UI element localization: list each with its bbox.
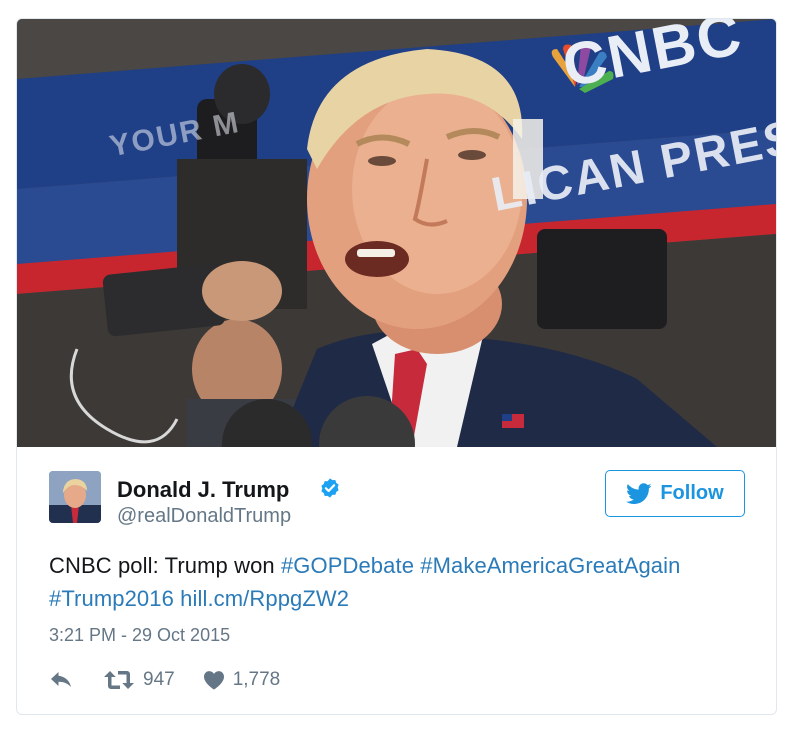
like-count: 1,778: [232, 669, 281, 690]
reply-icon: [51, 672, 71, 687]
follow-button[interactable]: Follow: [605, 470, 745, 517]
tweet-actions: 947 1,778: [49, 665, 280, 695]
author-avatar[interactable]: [49, 471, 101, 523]
tweet-text: CNBC poll: Trump won #GOPDebate #MakeAme…: [49, 549, 759, 615]
follow-button-label: Follow: [660, 482, 724, 504]
author-name[interactable]: Donald J. Trump: [117, 477, 289, 503]
author-handle[interactable]: @realDonaldTrump: [117, 505, 291, 528]
retweet-button[interactable]: 947: [103, 669, 175, 691]
reply-button[interactable]: [49, 670, 73, 690]
tweet-photo[interactable]: CNBC LICAN PRES YOUR M: [17, 19, 776, 447]
retweet-count: 947: [143, 669, 175, 690]
heart-icon: [203, 671, 224, 690]
tweet-card: CNBC LICAN PRES YOUR M Donald J. Trump @…: [16, 18, 777, 715]
retweet-icon: [104, 671, 134, 689]
photo-illustration: [17, 19, 776, 447]
twitter-bird-icon: [626, 482, 652, 504]
tweet-timestamp[interactable]: 3:21 PM - 29 Oct 2015: [49, 625, 230, 646]
hashtag-gopdebate[interactable]: #GOPDebate: [281, 553, 414, 578]
profile-photo-icon: [49, 471, 101, 523]
tweet-text-plain: CNBC poll: Trump won: [49, 553, 281, 578]
tweet-url-link[interactable]: hill.cm/RppgZW2: [180, 586, 349, 611]
hashtag-makeamericagreatagain[interactable]: #MakeAmericaGreatAgain: [420, 553, 680, 578]
verified-badge-icon: [321, 478, 339, 498]
like-button[interactable]: 1,778: [203, 669, 281, 691]
hashtag-trump2016[interactable]: #Trump2016: [49, 586, 174, 611]
